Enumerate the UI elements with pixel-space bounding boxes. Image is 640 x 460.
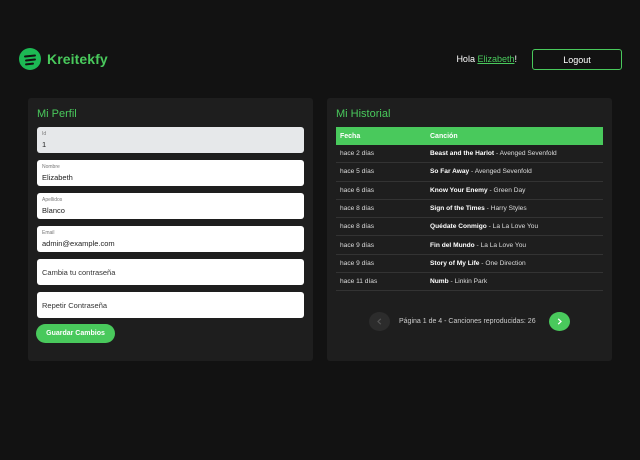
row-artist: One Direction: [485, 259, 526, 267]
logout-button[interactable]: Logout: [532, 49, 622, 70]
id-value: 1: [42, 140, 47, 149]
row-artist: Harry Styles: [490, 205, 527, 213]
name-value: Elizabeth: [42, 173, 73, 182]
row-date: hace 9 días: [340, 241, 375, 249]
row-artist: Linkin Park: [454, 278, 488, 286]
row-date: hace 2 días: [340, 150, 375, 158]
row-song-cell: So Far Away - Avenged Sevenfold: [430, 168, 603, 175]
row-song-cell: Beast and the Harlot - Avenged Sevenfold: [430, 150, 603, 157]
name-label: Nombre: [42, 164, 60, 170]
history-title: Mi Historial: [336, 108, 391, 120]
table-row: hace 9 días Story of My Life - One Direct…: [336, 255, 603, 274]
pagination-info: Página 1 de 4 - Canciones reproducidas: …: [399, 318, 536, 325]
table-row: hace 8 días Quédate Conmigo - La La Love …: [336, 218, 603, 237]
row-song-cell: Fin del Mundo - La La Love You: [430, 242, 603, 249]
row-artist: Avenged Sevenfold: [499, 150, 557, 158]
row-song-cell: Sign of the Times - Harry Styles: [430, 205, 603, 212]
row-date: hace 5 días: [340, 168, 375, 176]
row-date: hace 8 días: [340, 205, 375, 213]
spotify-icon: [19, 48, 41, 70]
table-row: hace 2 días Beast and the Harlot - Avenge…: [336, 145, 603, 164]
password-placeholder: Cambia tu contraseña: [42, 268, 116, 277]
table-row: hace 6 días Know Your Enemy - Green Day: [336, 182, 603, 200]
user-name-link[interactable]: Elizabeth: [477, 54, 514, 64]
email-field[interactable]: Email admin@example.com: [37, 226, 304, 252]
row-song-title: So Far Away: [430, 168, 470, 176]
chevron-right-icon: [557, 318, 562, 325]
surname-value: Blanco: [42, 206, 65, 215]
greeting: Hola Elizabeth!: [456, 54, 517, 64]
row-song-title: Sign of the Times: [430, 205, 485, 213]
row-song-cell: Know Your Enemy - Green Day: [430, 187, 603, 194]
row-artist: Avenged Sevenfold: [474, 168, 532, 176]
row-date: hace 11 días: [340, 278, 378, 286]
row-artist: La La Love You: [492, 223, 539, 231]
name-field[interactable]: Nombre Elizabeth: [37, 160, 304, 186]
row-song-title: Story of My Life: [430, 259, 480, 267]
chevron-left-icon: [377, 318, 382, 325]
brand-name: Kreitekfy: [47, 51, 108, 67]
column-song: Canción: [430, 132, 458, 140]
table-row: hace 9 días Fin del Mundo - La La Love Yo…: [336, 236, 603, 255]
repeat-password-field[interactable]: Repetir Contraseña: [37, 292, 304, 318]
table-row: hace 11 días Numb - Linkin Park: [336, 273, 603, 292]
row-song-title: Quédate Conmigo: [430, 223, 487, 231]
email-value: admin@example.com: [42, 239, 115, 248]
row-song-title: Fin del Mundo: [430, 241, 475, 249]
history-card: Mi Historial Fecha Canción hace 2 días Be…: [327, 98, 612, 361]
brand-logo[interactable]: Kreitekfy: [19, 48, 108, 70]
row-song-title: Beast and the Harlot: [430, 150, 495, 158]
id-label: Id: [42, 131, 47, 137]
surname-field[interactable]: Apellidos Blanco: [37, 193, 304, 219]
password-field[interactable]: Cambia tu contraseña: [37, 259, 304, 285]
row-song-cell: Numb - Linkin Park: [430, 278, 603, 285]
table-row: hace 8 días Sign of the Times - Harry Sty…: [336, 200, 603, 219]
profile-title: Mi Perfil: [37, 108, 77, 120]
history-table: Fecha Canción hace 2 días Beast and the H…: [336, 127, 603, 292]
row-date: hace 9 días: [340, 259, 375, 267]
row-artist: La La Love You: [480, 241, 527, 249]
email-label: Email: [42, 230, 55, 236]
row-song-cell: Story of My Life - One Direction: [430, 260, 603, 267]
row-song-cell: Quédate Conmigo - La La Love You: [430, 223, 603, 230]
row-artist: Green Day: [493, 186, 526, 194]
greeting-suffix: !: [514, 54, 517, 64]
row-date: hace 8 días: [340, 223, 375, 231]
prev-page-button[interactable]: [369, 312, 390, 331]
repeat-password-placeholder: Repetir Contraseña: [42, 301, 108, 310]
row-date: hace 6 días: [340, 186, 375, 194]
greeting-prefix: Hola: [456, 54, 478, 64]
save-changes-button[interactable]: Guardar Cambios: [36, 324, 115, 343]
column-date: Fecha: [340, 132, 361, 140]
row-song-title: Know Your Enemy: [430, 186, 488, 194]
profile-card: Mi Perfil Id 1 Nombre Elizabeth Apellido…: [28, 98, 313, 361]
surname-label: Apellidos: [42, 197, 63, 203]
next-page-button[interactable]: [549, 312, 570, 331]
row-song-title: Numb: [430, 278, 449, 286]
pagination: Página 1 de 4 - Canciones reproducidas: …: [327, 312, 612, 332]
table-row: hace 5 días So Far Away - Avenged Sevenfo…: [336, 163, 603, 182]
id-field: Id 1: [37, 127, 304, 153]
table-header: Fecha Canción: [336, 127, 603, 145]
